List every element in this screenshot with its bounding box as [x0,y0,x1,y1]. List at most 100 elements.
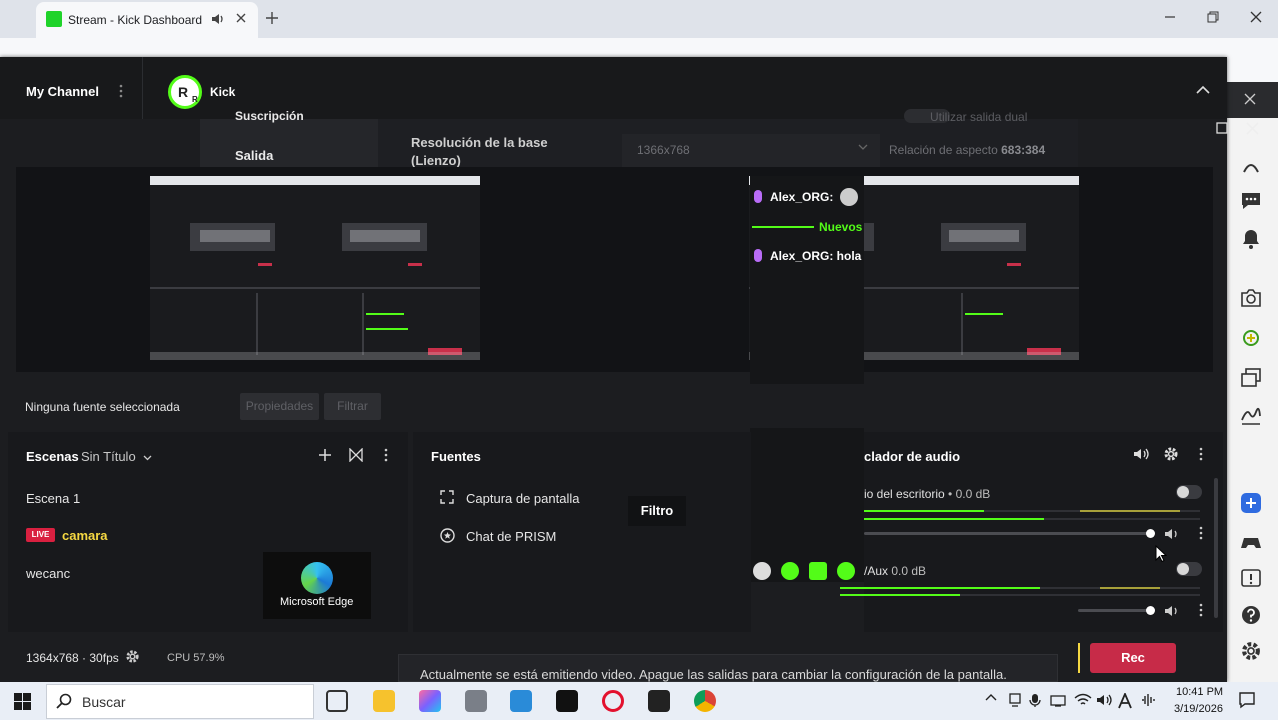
source-item[interactable]: Captura de pantalla [466,491,579,506]
device-icon[interactable] [1008,693,1022,707]
clock-time[interactable]: 10:41 PM [1176,686,1223,698]
mixer-channel-name: /Aux 0.0 dB [864,564,926,578]
browser-tab[interactable]: Stream - Kick Dashboard [36,2,258,38]
chat-new-label: Nuevos [819,220,863,234]
volume-slider-knob[interactable] [1146,529,1155,538]
mixer-scrollbar[interactable] [1214,478,1218,618]
speaker-icon[interactable] [1164,604,1180,618]
chat-source-icon [440,528,455,543]
scroll-up-icon[interactable] [1240,160,1262,174]
new-tab-button[interactable] [266,12,278,24]
volume-slider[interactable] [864,532,1150,535]
chat-bubble-icon[interactable] [1240,191,1262,211]
emote-icon [753,562,771,580]
layers-icon[interactable] [1240,367,1262,389]
gamepad-icon[interactable] [1240,532,1262,552]
settings-gear-icon[interactable] [1240,640,1262,662]
more-vertical-icon[interactable] [1198,602,1204,618]
signature-icon[interactable] [1240,406,1262,426]
windows-start-icon[interactable] [14,693,31,710]
transition-icon[interactable] [349,448,363,462]
kick-favicon-icon [46,11,62,27]
level-meter-peak [1100,587,1160,589]
help-icon[interactable] [1240,604,1262,626]
volume-slider[interactable] [1078,609,1150,612]
ai-effect-icon[interactable] [1240,327,1262,349]
avatar-letter-small: R [192,95,198,104]
more-vertical-icon[interactable] [118,83,124,99]
file-icon[interactable] [465,690,487,712]
window-close-icon[interactable] [1250,11,1262,23]
mouse-cursor-icon [1155,545,1167,563]
source-item[interactable]: Chat de PRISM [466,529,556,544]
settings-nav-subscription[interactable]: Suscripción [235,109,304,123]
close-tab-icon[interactable] [235,12,247,24]
chevron-up-icon[interactable] [985,693,997,701]
camera-icon[interactable] [1240,288,1262,308]
notification-icon[interactable] [1238,691,1256,709]
filter-tooltip: Filtro [628,496,686,526]
aspect-ratio-label: Relación de aspecto 683:384 [889,143,1045,157]
close-icon[interactable] [1244,93,1256,105]
minimize-icon[interactable] [1164,11,1176,23]
source-toolbar [8,384,1223,428]
rec-divider [1078,643,1080,673]
chevron-up-icon[interactable] [1196,85,1210,94]
speaker-icon[interactable] [1133,447,1149,461]
gear-icon[interactable] [1163,446,1179,462]
speaker-icon[interactable] [211,13,224,25]
preview-main[interactable] [150,176,480,360]
sound-wave-icon[interactable] [1141,693,1157,707]
more-vertical-icon[interactable] [1198,446,1204,462]
more-vertical-icon[interactable] [1198,525,1204,541]
chrome-icon[interactable] [694,690,716,712]
speaker-icon[interactable] [1164,527,1180,541]
language-icon[interactable] [1118,693,1132,709]
chevron-down-icon [858,144,868,150]
wifi-icon[interactable] [1074,693,1092,707]
resolution-label: Resolución de la base (Lienzo) [411,134,548,170]
restore-icon[interactable] [1207,11,1219,23]
scene-item[interactable]: Escena 1 [26,491,80,506]
volume-slider-knob[interactable] [1146,606,1155,615]
volume-icon[interactable] [1096,693,1112,707]
emote-icon [837,562,855,580]
search-icon [56,693,72,709]
resolution-label-line1: Resolución de la base [411,135,548,150]
mixer-title: clador de audio [864,449,961,464]
maximize-icon[interactable] [1216,122,1228,134]
bell-icon[interactable] [1240,228,1262,250]
microphone-icon[interactable] [1029,693,1041,708]
m365-icon[interactable] [419,690,441,712]
level-meter-fill [864,510,984,512]
clock-date[interactable]: 3/19/2026 [1174,703,1223,715]
properties-button[interactable]: Propiedades [240,393,319,420]
filter-button[interactable]: Filtrar [324,393,381,420]
settings-nav-output[interactable]: Salida [235,148,273,163]
network-icon[interactable] [1050,693,1068,707]
aspect-ratio-text: Relación de aspecto [889,143,998,157]
level-meter-fill [840,594,960,596]
plus-badge-icon[interactable] [1240,492,1262,514]
scene-collection-select[interactable]: Sin Título [81,449,152,464]
toggle-knob [1177,486,1189,498]
scene-item-active[interactable]: camara [62,528,108,543]
rec-button[interactable]: Rec [1090,643,1176,673]
alert-icon[interactable] [1240,568,1262,588]
scene-item[interactable]: wecanc [26,566,70,581]
sticky-notes-icon[interactable] [373,690,395,712]
cpu-usage-label: CPU 57.9% [167,652,225,664]
mixer-channel-name: io del escritorio • 0.0 dB [864,487,990,501]
mic-icon [754,249,762,262]
emote-icon [781,562,799,580]
channel-name[interactable]: My Channel [26,84,99,99]
task-view-icon[interactable] [326,690,348,712]
more-vertical-icon[interactable] [383,447,389,463]
settings-close-icon[interactable] [1246,122,1259,135]
gear-icon[interactable] [125,649,140,664]
prism-icon[interactable] [648,690,670,712]
store-icon[interactable] [510,690,532,712]
opera-icon[interactable] [602,690,624,712]
add-scene-icon[interactable] [318,448,332,462]
tiktok-icon[interactable] [556,690,578,712]
